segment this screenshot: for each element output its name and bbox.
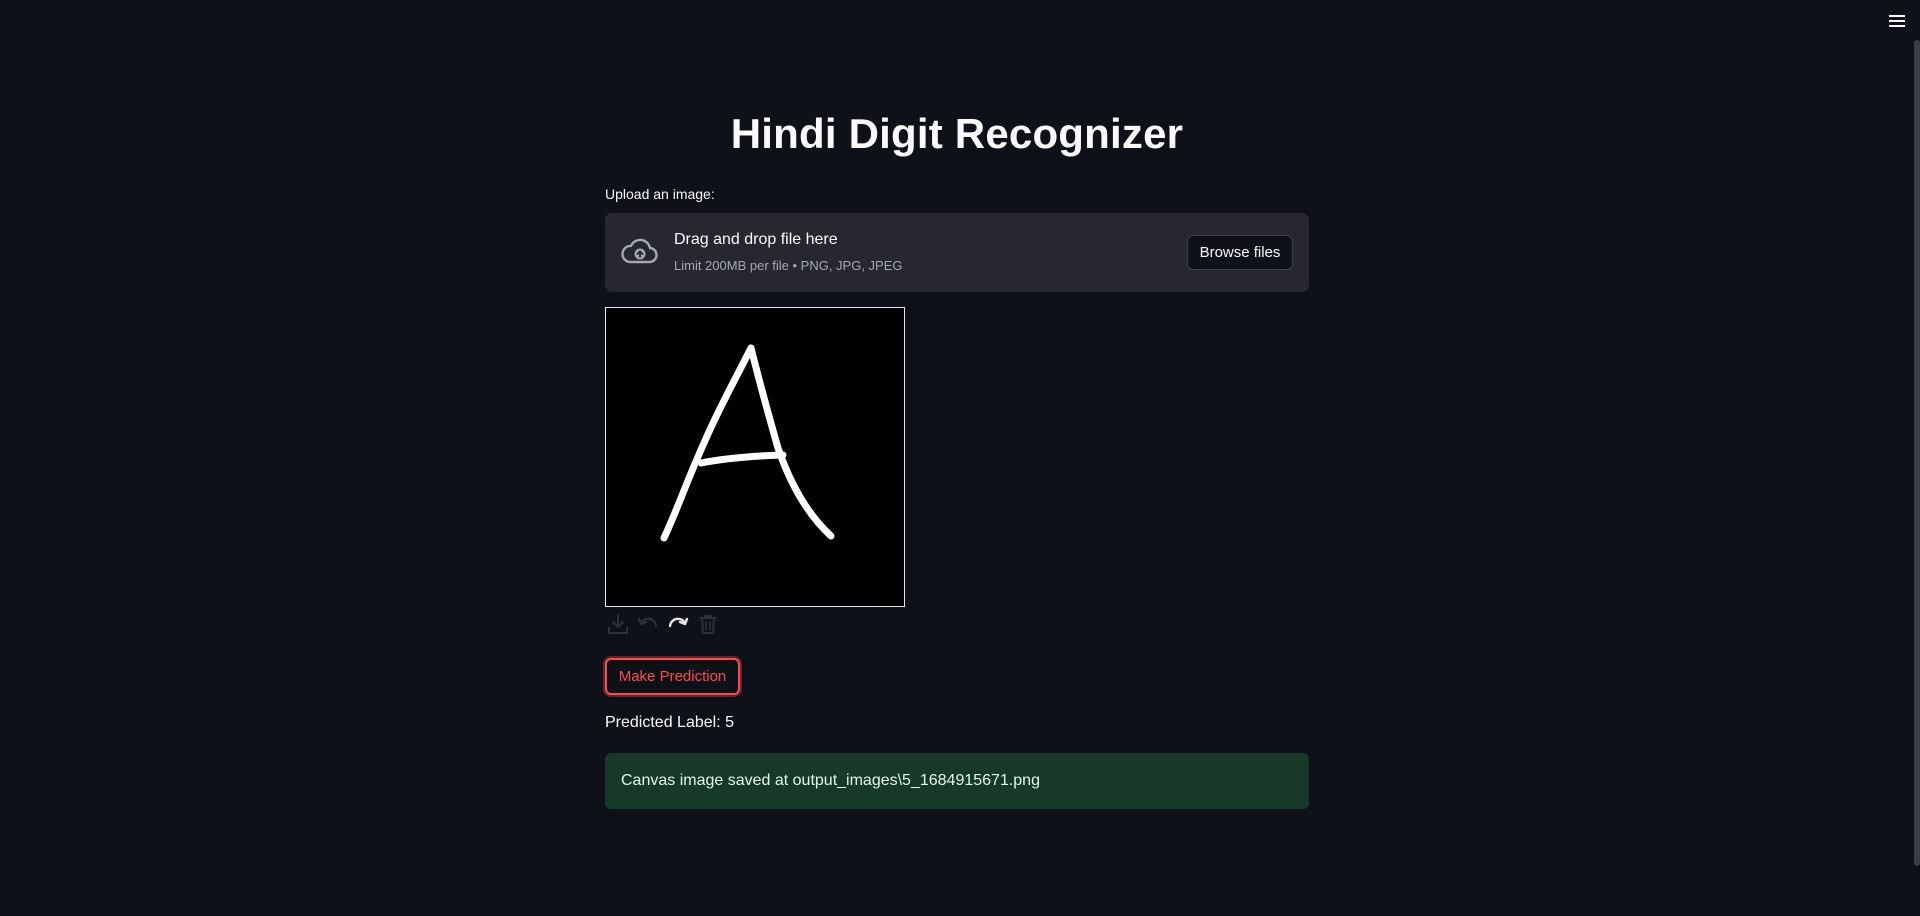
undo-icon[interactable] [635,611,661,637]
predicted-label-text: Predicted Label: 5 [605,714,734,731]
browse-files-button[interactable]: Browse files [1187,235,1293,270]
scrollbar-thumb[interactable] [1914,40,1920,866]
success-alert: Canvas image saved at output_images\5_16… [605,753,1309,809]
dropzone-title: Drag and drop file here [674,231,838,248]
canvas-toolbar [605,611,721,637]
file-dropzone[interactable]: Drag and drop file here Limit 200MB per … [605,213,1309,292]
redo-icon[interactable] [665,611,691,637]
scrollbar[interactable] [1914,0,1920,916]
make-prediction-button[interactable]: Make Prediction [603,656,742,697]
app-page: Hindi Digit Recognizer Upload an image: … [0,0,1920,916]
success-alert-message: Canvas image saved at output_images\5_16… [621,772,1040,789]
hamburger-menu-icon[interactable] [1886,10,1908,32]
upload-label: Upload an image: [605,186,715,202]
trash-icon[interactable] [695,611,721,637]
cloud-upload-icon [619,235,659,267]
page-title: Hindi Digit Recognizer [730,110,1184,157]
download-icon[interactable] [605,611,631,637]
drawing-canvas[interactable] [605,307,905,607]
dropzone-limit-text: Limit 200MB per file • PNG, JPG, JPEG [674,258,903,273]
